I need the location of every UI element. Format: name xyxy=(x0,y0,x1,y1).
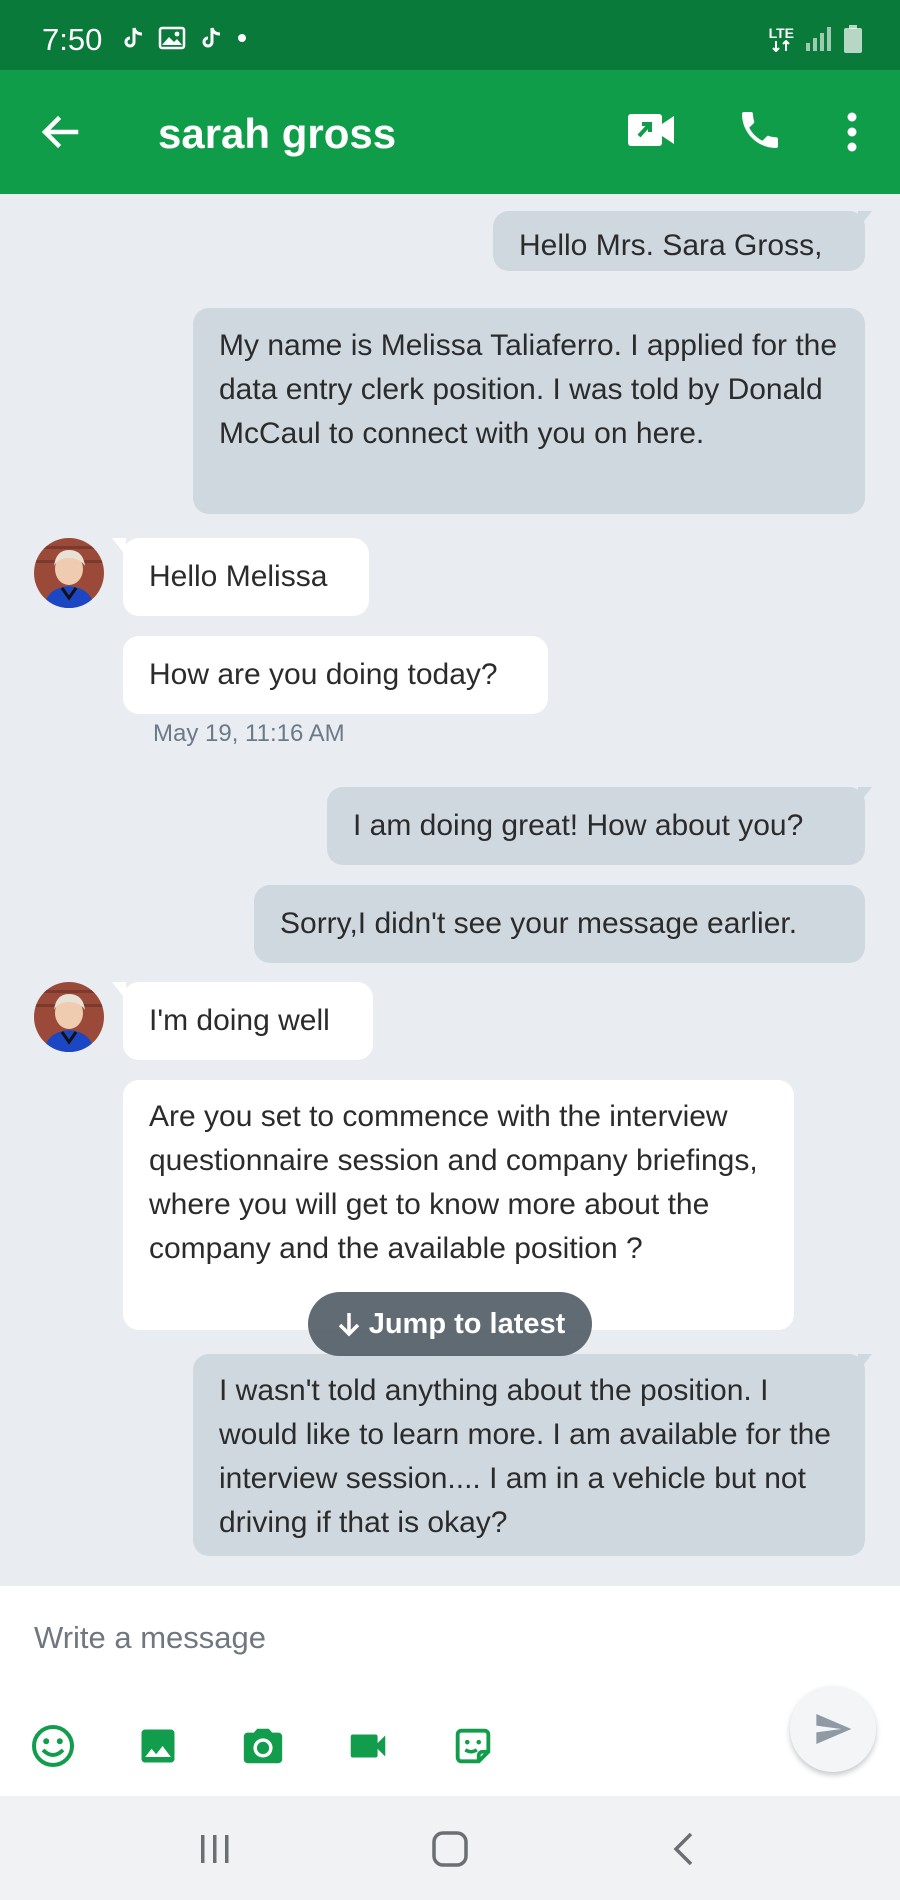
outgoing-message[interactable]: I am doing great! How about you? xyxy=(327,787,865,865)
back-arrow-icon xyxy=(41,115,79,149)
back-button[interactable] xyxy=(34,106,86,158)
video-icon xyxy=(350,1734,386,1758)
message-list[interactable]: Hello Mrs. Sara Gross, My name is Meliss… xyxy=(0,194,900,1586)
message-text: Are you set to commence with the intervi… xyxy=(149,1100,758,1265)
tiktok-icon xyxy=(124,27,143,48)
incoming-message[interactable]: I'm doing well xyxy=(123,982,373,1060)
notification-icons xyxy=(122,26,248,50)
image-icon xyxy=(158,26,186,50)
recent-apps-icon xyxy=(201,1835,229,1863)
message-text: Hello Melissa xyxy=(149,560,328,593)
sticker-icon xyxy=(455,1728,491,1764)
gallery-button[interactable] xyxy=(130,1718,186,1774)
tiktok-icon xyxy=(202,27,221,48)
video-call-icon xyxy=(628,114,674,146)
message-text: I'm doing well xyxy=(149,1004,330,1037)
avatar[interactable] xyxy=(34,538,104,608)
system-navigation-bar xyxy=(0,1796,900,1900)
message-text: Hello Mrs. Sara Gross, xyxy=(519,229,823,262)
jump-to-latest-button[interactable]: Jump to latest xyxy=(308,1292,592,1356)
battery-icon xyxy=(844,25,862,53)
message-text: Sorry,I didn't see your message earlier. xyxy=(280,907,798,940)
message-text: My name is Melissa Taliaferro. I applied… xyxy=(219,329,838,450)
message-composer xyxy=(0,1586,900,1796)
outgoing-message[interactable]: Sorry,I didn't see your message earlier. xyxy=(254,885,865,963)
more-options-button[interactable] xyxy=(836,108,868,156)
notification-dot-icon xyxy=(238,34,246,42)
video-button[interactable] xyxy=(340,1718,396,1774)
emoji-button[interactable] xyxy=(25,1718,81,1774)
message-input[interactable] xyxy=(34,1608,774,1668)
contact-photo xyxy=(34,538,104,608)
send-button[interactable] xyxy=(790,1686,876,1772)
camera-icon xyxy=(243,1728,283,1764)
network-type: LTE xyxy=(768,25,794,41)
phone-icon xyxy=(742,112,778,148)
outgoing-message[interactable]: Hello Mrs. Sara Gross, xyxy=(493,211,865,271)
video-call-button[interactable] xyxy=(626,110,678,150)
call-button[interactable] xyxy=(736,106,784,154)
home-icon xyxy=(432,1831,468,1867)
sticker-button[interactable] xyxy=(445,1718,501,1774)
signal-icon xyxy=(806,27,831,51)
more-vert-icon xyxy=(847,112,857,152)
outgoing-message[interactable]: I wasn't told anything about the positio… xyxy=(193,1354,865,1556)
message-timestamp: May 19, 11:16 AM xyxy=(153,720,345,747)
status-time: 7:50 xyxy=(42,22,103,57)
outgoing-message[interactable]: My name is Melissa Taliaferro. I applied… xyxy=(193,308,865,514)
emoji-icon xyxy=(32,1725,74,1767)
jump-to-latest-label: Jump to latest xyxy=(368,1307,566,1340)
back-icon xyxy=(673,1832,693,1866)
conversation-title: sarah gross xyxy=(158,110,397,157)
send-icon xyxy=(816,1714,852,1744)
message-text: I wasn't told anything about the positio… xyxy=(219,1374,831,1539)
home-button[interactable] xyxy=(422,1824,478,1874)
camera-button[interactable] xyxy=(235,1718,291,1774)
message-text: How are you doing today? xyxy=(149,658,498,691)
nav-back-button[interactable] xyxy=(656,1824,712,1874)
lte-icon: LTE xyxy=(769,26,794,52)
attachment-toolbar xyxy=(0,1718,520,1774)
status-bar: 7:50 LTE xyxy=(0,0,900,70)
arrow-down-icon xyxy=(338,1313,359,1337)
message-text: I am doing great! How about you? xyxy=(353,809,804,842)
app-bar: sarah gross xyxy=(0,70,900,194)
gallery-icon xyxy=(141,1729,175,1763)
avatar[interactable] xyxy=(34,982,104,1052)
recent-apps-button[interactable] xyxy=(187,1824,243,1874)
incoming-message[interactable]: How are you doing today? xyxy=(123,636,548,714)
incoming-message[interactable]: Hello Melissa xyxy=(123,538,369,616)
system-icons: LTE xyxy=(769,24,864,54)
contact-photo xyxy=(34,982,104,1052)
